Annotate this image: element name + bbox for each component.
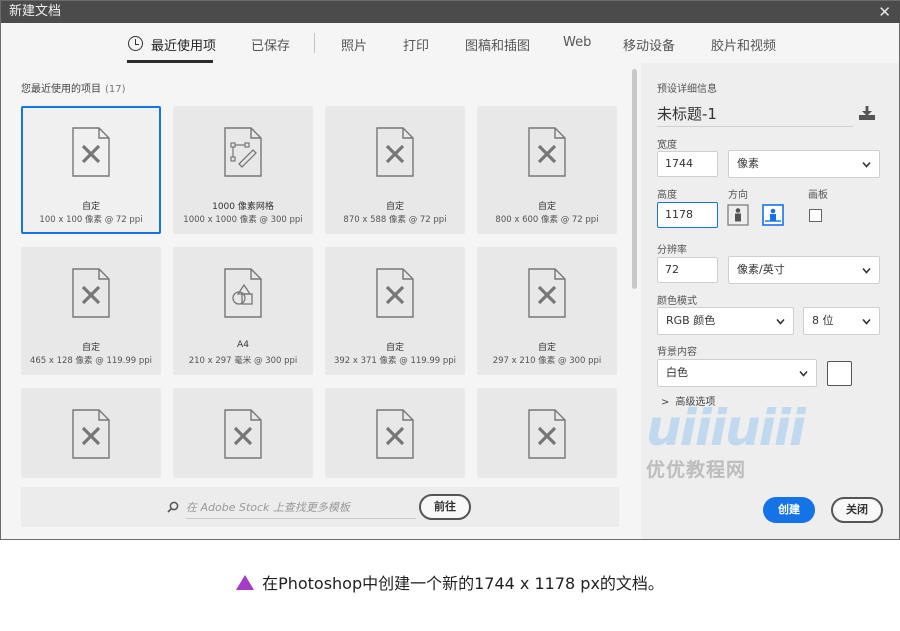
recent-item-size: 392 x 371 像素 @ 119.99 ppi bbox=[333, 356, 457, 366]
new-document-dialog: 新建文档 ✕ 最近使用项 已保存 照片 打印 图稿和插图 Web 移动设备 胶片… bbox=[0, 0, 900, 540]
recent-item-card[interactable]: 1000 像素网格 1000 x 1000 像素 @ 300 ppi bbox=[173, 106, 313, 234]
close-button[interactable]: 关闭 bbox=[831, 497, 883, 523]
document-pencil-icon bbox=[527, 408, 567, 460]
height-label: 高度 bbox=[657, 190, 677, 201]
recent-section-title: 您最近使用的项目 (17) bbox=[21, 84, 126, 95]
resolution-input[interactable]: 72 bbox=[657, 257, 718, 283]
recent-item-name: 自定 bbox=[81, 202, 100, 212]
artboard-label: 画板 bbox=[808, 190, 828, 201]
document-pencil-icon bbox=[375, 126, 415, 178]
background-color-swatch[interactable] bbox=[827, 361, 852, 386]
recent-item-size: 297 x 210 像素 @ 300 ppi bbox=[492, 356, 602, 366]
recent-item-size: 100 x 100 像素 @ 72 ppi bbox=[39, 215, 143, 225]
recent-item-size: 1000 x 1000 像素 @ 300 ppi bbox=[183, 215, 303, 225]
recent-item-card[interactable]: 自定 800 x 600 像素 @ 72 ppi bbox=[477, 106, 617, 234]
width-label: 宽度 bbox=[657, 140, 677, 151]
tab-print[interactable]: 打印 bbox=[403, 35, 429, 54]
category-tabs: 最近使用项 已保存 照片 打印 图稿和插图 Web 移动设备 胶片和视频 bbox=[1, 23, 899, 63]
recent-item-card[interactable] bbox=[173, 388, 313, 478]
background-label: 背景内容 bbox=[657, 347, 697, 358]
preset-details-label: 预设详细信息 bbox=[657, 84, 717, 95]
go-button[interactable]: 前往 bbox=[419, 494, 471, 520]
chevron-down-icon bbox=[776, 318, 785, 325]
recent-item-name: 自定 bbox=[385, 202, 404, 212]
recent-item-card[interactable] bbox=[325, 388, 465, 478]
document-pencil-icon bbox=[375, 408, 415, 460]
recent-item-card[interactable]: 自定 100 x 100 像素 @ 72 ppi bbox=[21, 106, 161, 234]
recent-item-card[interactable] bbox=[477, 388, 617, 478]
recent-item-card[interactable] bbox=[21, 388, 161, 478]
recent-item-card[interactable]: A4 210 x 297 毫米 @ 300 ppi bbox=[173, 247, 313, 375]
recent-item-card[interactable]: 自定 297 x 210 像素 @ 300 ppi bbox=[477, 247, 617, 375]
bit-depth-select[interactable]: 8 位 bbox=[803, 307, 880, 335]
document-pencil-icon bbox=[71, 126, 111, 178]
portrait-orientation-icon[interactable] bbox=[727, 204, 749, 226]
background-select[interactable]: 白色 bbox=[657, 359, 817, 387]
recent-item-name: 自定 bbox=[537, 343, 556, 353]
title-bar: 新建文档 ✕ bbox=[1, 1, 900, 23]
recent-item-name: 1000 像素网格 bbox=[212, 202, 274, 212]
recent-item-size: 210 x 297 毫米 @ 300 ppi bbox=[188, 356, 298, 366]
document-pencil-icon bbox=[71, 408, 111, 460]
width-input[interactable]: 1744 bbox=[657, 151, 718, 177]
save-preset-icon[interactable] bbox=[858, 105, 876, 121]
document-pencil-icon bbox=[375, 267, 415, 319]
chevron-down-icon bbox=[799, 370, 808, 377]
resolution-unit-select[interactable]: 像素/英寸 bbox=[728, 256, 880, 284]
clock-icon bbox=[128, 36, 143, 51]
scrollbar[interactable] bbox=[632, 69, 637, 289]
tab-web[interactable]: Web bbox=[563, 35, 591, 50]
active-tab-indicator bbox=[127, 60, 213, 63]
recent-item-size: 870 x 588 像素 @ 72 ppi bbox=[343, 215, 447, 225]
recent-item-card[interactable]: 自定 870 x 588 像素 @ 72 ppi bbox=[325, 106, 465, 234]
chevron-down-icon bbox=[862, 267, 871, 274]
tab-recent[interactable]: 最近使用项 bbox=[151, 35, 216, 54]
recent-item-card[interactable]: 自定 392 x 371 像素 @ 119.99 ppi bbox=[325, 247, 465, 375]
landscape-orientation-icon[interactable] bbox=[762, 204, 784, 226]
stock-search-bar: 前往 bbox=[21, 487, 619, 527]
document-pencil-icon bbox=[527, 267, 567, 319]
caption: 在Photoshop中创建一个新的1744 x 1178 px的文档。 bbox=[0, 570, 900, 594]
document-pencil-icon bbox=[71, 267, 111, 319]
artboard-checkbox[interactable] bbox=[809, 209, 822, 222]
document-name-field[interactable]: 未标题-1 bbox=[657, 103, 853, 127]
tab-photo[interactable]: 照片 bbox=[341, 35, 367, 54]
color-mode-select[interactable]: RGB 颜色 bbox=[657, 307, 794, 335]
chevron-down-icon bbox=[862, 318, 871, 325]
document-shapes-icon bbox=[223, 267, 263, 319]
search-icon bbox=[167, 501, 179, 513]
chevron-down-icon bbox=[862, 161, 871, 168]
document-pencil-icon bbox=[223, 408, 263, 460]
recent-item-size: 800 x 600 像素 @ 72 ppi bbox=[495, 215, 599, 225]
recent-item-name: 自定 bbox=[537, 202, 556, 212]
tab-saved[interactable]: 已保存 bbox=[251, 35, 290, 54]
close-icon[interactable]: ✕ bbox=[878, 1, 891, 23]
height-input[interactable]: 1178 bbox=[657, 202, 718, 228]
recent-item-name: 自定 bbox=[81, 343, 100, 353]
document-pen-path-icon bbox=[223, 126, 263, 178]
color-mode-label: 颜色模式 bbox=[657, 296, 697, 307]
tab-film-video[interactable]: 胶片和视频 bbox=[711, 35, 776, 54]
tab-mobile[interactable]: 移动设备 bbox=[623, 35, 675, 54]
watermark-text: 优优教程网 bbox=[646, 459, 747, 481]
tab-divider bbox=[314, 33, 315, 53]
recent-item-card[interactable]: 自定 465 x 128 像素 @ 119.99 ppi bbox=[21, 247, 161, 375]
recent-item-size: 465 x 128 像素 @ 119.99 ppi bbox=[29, 356, 153, 366]
watermark-logo: uiiiuiii bbox=[646, 399, 806, 457]
recent-item-name: 自定 bbox=[385, 343, 404, 353]
create-button[interactable]: 创建 bbox=[763, 497, 815, 523]
triangle-marker-icon bbox=[236, 575, 255, 590]
width-unit-select[interactable]: 像素 bbox=[728, 150, 880, 178]
recent-item-name: A4 bbox=[237, 340, 249, 350]
stock-search-input[interactable] bbox=[186, 497, 416, 519]
orientation-label: 方向 bbox=[728, 190, 748, 201]
tab-art-illustration[interactable]: 图稿和插图 bbox=[465, 35, 530, 54]
window-title: 新建文档 bbox=[9, 4, 62, 19]
resolution-label: 分辨率 bbox=[657, 245, 687, 256]
document-pencil-icon bbox=[527, 126, 567, 178]
